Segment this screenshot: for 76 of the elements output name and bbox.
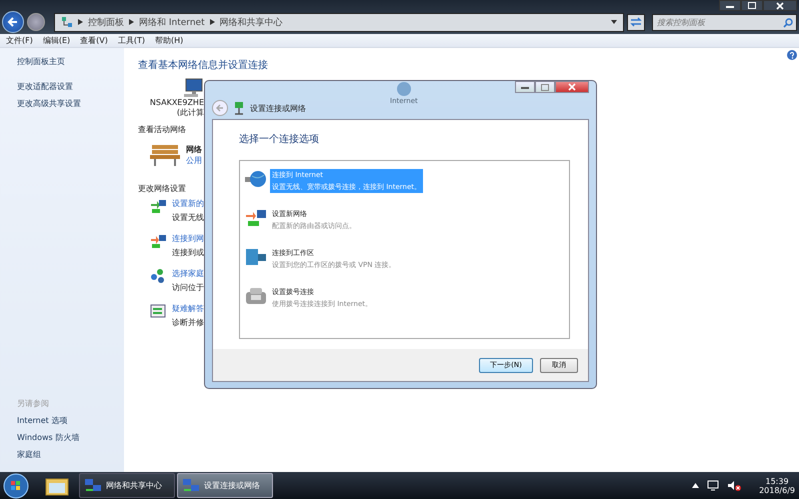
menu-item[interactable]: 帮助(H) — [155, 35, 184, 46]
dialog-heading: 选择一个连接选项 — [239, 132, 320, 146]
task-description: 设置无线 — [172, 212, 204, 223]
telephone-icon — [245, 286, 267, 306]
network-icon — [233, 101, 245, 115]
network-setup-icon — [245, 208, 267, 228]
help-icon[interactable] — [787, 50, 797, 60]
sidebar-link[interactable]: 控制面板主页 — [17, 56, 124, 67]
chevron-right-icon — [78, 19, 83, 25]
network-connect-icon — [150, 233, 166, 249]
menu-item[interactable]: 工具(T) — [118, 35, 145, 46]
sidebar-link[interactable]: 更改适配器设置 — [17, 81, 124, 92]
clock-date[interactable]: 2018/6/9 — [759, 486, 795, 494]
task-description: 诊断并修 — [172, 317, 204, 328]
minimize-button[interactable] — [515, 81, 535, 93]
section-heading: 另请参阅 — [17, 398, 50, 409]
close-icon — [776, 2, 784, 10]
network-icon — [61, 16, 73, 28]
computer-icon — [182, 78, 204, 98]
network-type-link[interactable]: 公用 — [186, 155, 202, 166]
minimize-icon — [521, 86, 529, 88]
globe-icon — [245, 169, 267, 189]
task-link[interactable]: 选择家庭 — [172, 268, 204, 279]
task-link[interactable]: 设置新的 — [172, 198, 204, 209]
close-icon — [568, 83, 576, 91]
network-icon — [182, 478, 200, 494]
bench-icon — [150, 143, 180, 167]
search-icon — [783, 18, 793, 28]
task-description: 连接到或 — [172, 247, 204, 258]
forward-button[interactable] — [27, 13, 45, 31]
building-icon — [245, 247, 267, 267]
arrow-left-icon — [215, 103, 225, 113]
menu-item[interactable]: 文件(F) — [6, 35, 33, 46]
folder-icon[interactable] — [45, 476, 69, 496]
search-field[interactable]: 搜索控制面板 — [652, 14, 797, 30]
menu-item[interactable]: 查看(V) — [80, 35, 108, 46]
minimize-button[interactable] — [719, 0, 741, 11]
taskbar-button[interactable]: 网络和共享中心 — [79, 473, 175, 498]
arrow-left-icon — [7, 16, 19, 28]
caret-up-icon[interactable] — [692, 483, 700, 488]
network-name: 网络 — [186, 144, 202, 155]
monitor-icon[interactable] — [707, 480, 720, 491]
address-bar[interactable]: 控制面板 网络和 Internet 网络和共享中心 — [54, 12, 624, 32]
computer-note: (此计算 — [176, 107, 204, 118]
sidebar-link[interactable]: 更改高级共享设置 — [17, 98, 124, 109]
refresh-icon — [630, 17, 642, 27]
task-link[interactable]: 连接到网 — [172, 233, 204, 244]
network-setup-icon — [150, 198, 166, 214]
breadcrumb[interactable]: 网络和 Internet — [139, 16, 205, 28]
start-button[interactable] — [3, 472, 29, 498]
chevron-right-icon — [129, 19, 134, 25]
sidebar-link[interactable]: 家庭组 — [17, 449, 124, 460]
maximize-icon — [748, 2, 756, 9]
maximize-button[interactable] — [741, 0, 763, 11]
section-heading: 更改网络设置 — [138, 183, 187, 194]
network-icon — [84, 478, 102, 494]
sidebar-link[interactable]: Internet 选项 — [17, 415, 124, 426]
refresh-button[interactable] — [627, 14, 645, 30]
maximize-icon — [541, 84, 549, 90]
menu-item[interactable]: 编辑(E) — [42, 35, 70, 46]
section-heading: 查看活动网络 — [138, 124, 187, 135]
task-description: 访问位于 — [172, 282, 204, 293]
task-link[interactable]: 疑难解答 — [172, 303, 204, 314]
taskbar-button[interactable]: 设置连接或网络 — [177, 473, 273, 498]
breadcrumb[interactable]: 网络和共享中心 — [220, 16, 283, 28]
breadcrumb[interactable]: 控制面板 — [88, 16, 124, 28]
back-button[interactable] — [2, 11, 24, 33]
speaker-muted-icon[interactable] — [727, 480, 742, 491]
clock-time[interactable]: 15:39 — [766, 476, 789, 486]
sidebar-link[interactable]: Windows 防火墙 — [17, 432, 124, 443]
chevron-right-icon — [210, 19, 215, 25]
dropdown-icon — [611, 20, 617, 24]
dialog-title: 设置连接或网络 — [250, 102, 306, 114]
page-title: 查看基本网络信息并设置连接 — [138, 58, 269, 72]
close-button[interactable] — [763, 0, 797, 11]
computer-name: NSAKXE9ZHE — [150, 98, 204, 107]
